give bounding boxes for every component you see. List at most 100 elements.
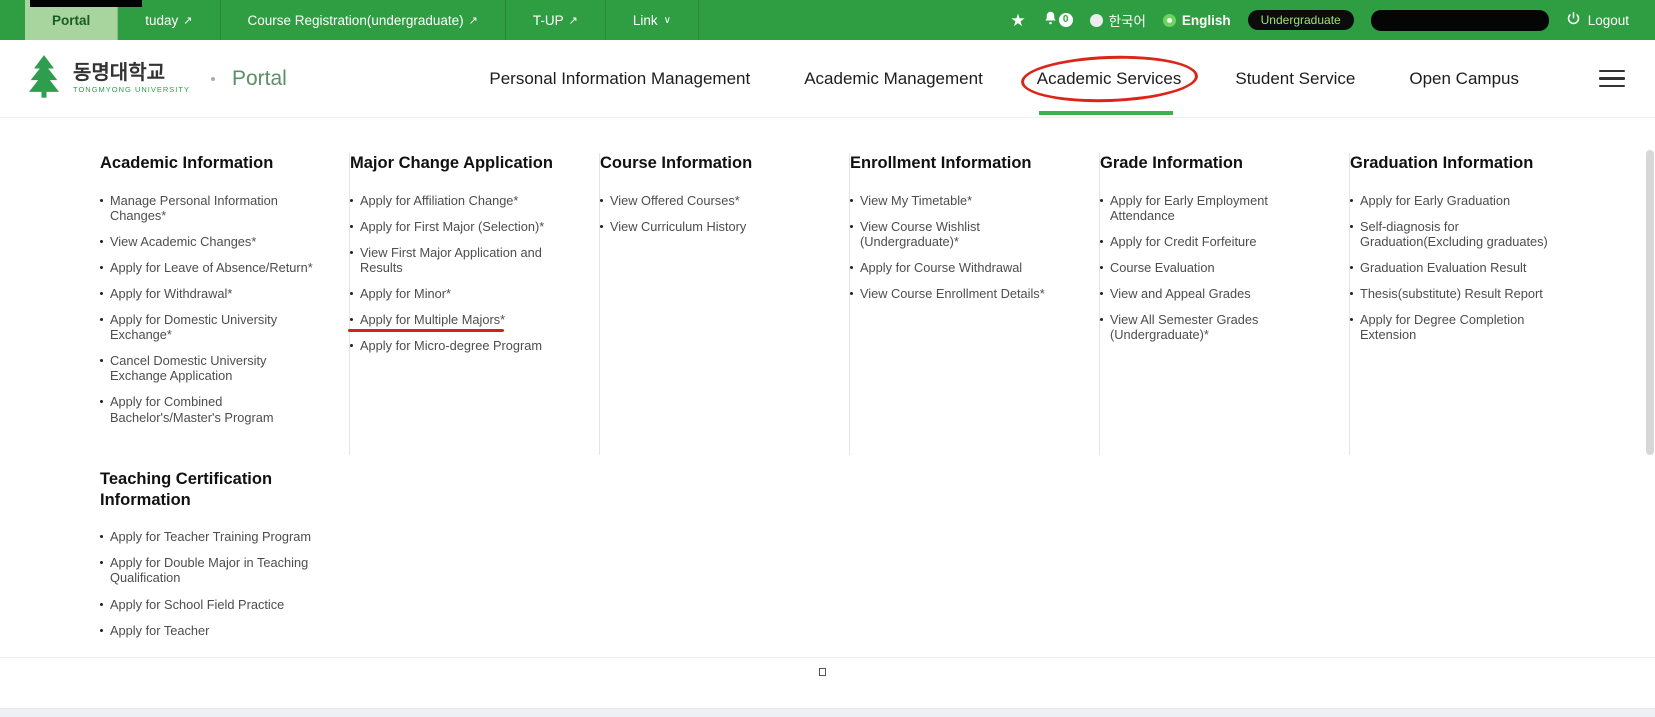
bullet-dot-icon [350,344,353,347]
logout-button[interactable]: Logout [1566,11,1629,29]
tab-link[interactable]: Link ∨ [606,0,699,40]
menu-item[interactable]: Apply for Early Graduation [1350,193,1570,208]
bullet-dot-icon [1350,266,1353,269]
menu-item[interactable]: Apply for School Field Practice [100,597,320,612]
bullet-dot-icon [100,318,103,321]
menu-item-label: Apply for Teacher Training Program [110,529,311,544]
university-name-block: 동명대학교 TONGMYONG UNIVERSITY [73,63,190,94]
nav-personal-information-management[interactable]: Personal Information Management [489,69,750,89]
bullet-dot-icon [1100,240,1103,243]
menu-item[interactable]: Apply for Early Employment Attendance [1100,193,1319,223]
menu-item[interactable]: Apply for Multiple Majors* [350,312,569,327]
hamburger-menu-icon[interactable] [1599,70,1625,88]
bullet-dot-icon [1350,292,1353,295]
menu-item[interactable]: View Academic Changes* [100,234,319,249]
menu-item[interactable]: Apply for Domestic University Exchange* [100,312,319,342]
menu-list: Apply for Early Employment Attendance App… [1100,193,1319,343]
notification-bell-button[interactable]: 0 [1043,10,1073,31]
menu-item[interactable]: Apply for Minor* [350,286,569,301]
bullet-dot-icon [100,292,103,295]
menu-item-label: Self-diagnosis for Graduation(Excluding … [1360,219,1570,249]
university-tree-logo-icon [24,53,64,104]
menu-item[interactable]: Graduation Evaluation Result [1350,260,1570,275]
menu-item-label: View First Major Application and Results [360,245,569,275]
footer-marker [819,668,826,676]
menu-item[interactable]: Apply for Credit Forfeiture [1100,234,1319,249]
menu-item[interactable]: Apply for Combined Bachelor's/Master's P… [100,394,319,424]
menu-item-label: Apply for Double Major in Teaching Quali… [110,555,320,585]
menu-column-course-information: Course Information View Offered Courses*… [600,153,850,455]
favorites-star-icon[interactable]: ★ [1010,12,1025,29]
menu-item[interactable]: Cancel Domestic University Exchange Appl… [100,353,319,383]
menu-item[interactable]: Apply for Teacher Training Program [100,529,320,544]
bullet-dot-icon [350,318,353,321]
menu-item[interactable]: Apply for Degree Completion Extension [1350,312,1570,342]
menu-item[interactable]: Apply for First Major (Selection)* [350,219,569,234]
menu-item[interactable]: View Course Wishlist (Undergraduate)* [850,219,1069,249]
menu-section-title: Grade Information [1100,153,1319,174]
menu-item[interactable]: Manage Personal Information Changes* [100,193,319,223]
menu-item-label: View My Timetable* [860,193,972,208]
menu-item[interactable]: View My Timetable* [850,193,1069,208]
menu-item-label: View Academic Changes* [110,234,256,249]
nav-student-service[interactable]: Student Service [1235,69,1355,89]
bullet-dot-icon [100,561,103,564]
bullet-dot-icon [1350,318,1353,321]
menu-item-label: Cancel Domestic University Exchange Appl… [110,353,319,383]
menu-item[interactable]: View and Appeal Grades [1100,286,1319,301]
logout-label: Logout [1588,13,1629,28]
university-logo-link[interactable]: 동명대학교 TONGMYONG UNIVERSITY Portal [24,53,287,104]
menu-section-title: Course Information [600,153,819,174]
menu-item-label: Manage Personal Information Changes* [110,193,319,223]
nav-academic-management[interactable]: Academic Management [804,69,983,89]
nav-academic-services[interactable]: Academic Services [1037,69,1182,89]
menu-item-label: Apply for Course Withdrawal [860,260,1022,275]
user-name-redacted [1371,10,1549,31]
external-link-icon: ↗ [183,14,192,27]
menu-list: Manage Personal Information Changes* View… [100,193,319,425]
menu-column-academic-information: Academic Information Manage Personal Inf… [100,153,350,455]
menu-item-label: Graduation Evaluation Result [1360,260,1526,275]
menu-item[interactable]: Apply for Withdrawal* [100,286,319,301]
menu-item[interactable]: View All Semester Grades (Undergraduate)… [1100,312,1319,342]
menu-section-title: Major Change Application [350,153,569,174]
language-korean-button[interactable]: 한국어 [1090,10,1146,30]
active-nav-underline [1039,111,1174,115]
redaction-bar [30,0,142,7]
menu-item-label: Apply for Early Graduation [1360,193,1510,208]
power-icon [1566,11,1581,29]
menu-item[interactable]: Apply for Affiliation Change* [350,193,569,208]
menu-item[interactable]: Thesis(substitute) Result Report [1350,286,1570,301]
menu-list: Apply for Teacher Training Program Apply … [100,529,320,637]
menu-item-label: View Course Enrollment Details* [860,286,1045,301]
dot-separator-icon [211,77,215,81]
nav-open-campus[interactable]: Open Campus [1409,69,1519,89]
vertical-scrollbar-thumb[interactable] [1646,150,1654,455]
menu-item[interactable]: View Offered Courses* [600,193,819,208]
tab-course-registration[interactable]: Course Registration(undergraduate) ↗ [221,0,506,40]
bullet-dot-icon [1350,225,1353,228]
menu-item-label: View All Semester Grades (Undergraduate)… [1110,312,1319,342]
menu-item[interactable]: Self-diagnosis for Graduation(Excluding … [1350,219,1570,249]
bullet-dot-icon [1100,266,1103,269]
bullet-dot-icon [350,225,353,228]
menu-item-label: Apply for Affiliation Change* [360,193,518,208]
menu-item[interactable]: Apply for Leave of Absence/Return* [100,260,319,275]
language-english-button[interactable]: English [1163,13,1231,28]
menu-item[interactable]: View Curriculum History [600,219,819,234]
tab-portal-label: Portal [52,13,90,28]
menu-column-grade-information: Grade Information Apply for Early Employ… [1100,153,1350,455]
menu-item[interactable]: View Course Enrollment Details* [850,286,1069,301]
menu-item[interactable]: Course Evaluation [1100,260,1319,275]
menu-item[interactable]: Apply for Micro-degree Program [350,338,569,353]
bullet-dot-icon [850,292,853,295]
menu-item[interactable]: Apply for Teacher [100,623,320,638]
menu-item-label: Apply for Degree Completion Extension [1360,312,1570,342]
tab-tup[interactable]: T-UP ↗ [506,0,606,40]
menu-item[interactable]: View First Major Application and Results [350,245,569,275]
menu-item[interactable]: Apply for Course Withdrawal [850,260,1069,275]
menu-item[interactable]: Apply for Double Major in Teaching Quali… [100,555,320,585]
external-link-icon: ↗ [469,14,478,27]
menu-item-label: Apply for First Major (Selection)* [360,219,544,234]
bullet-dot-icon [100,535,103,538]
